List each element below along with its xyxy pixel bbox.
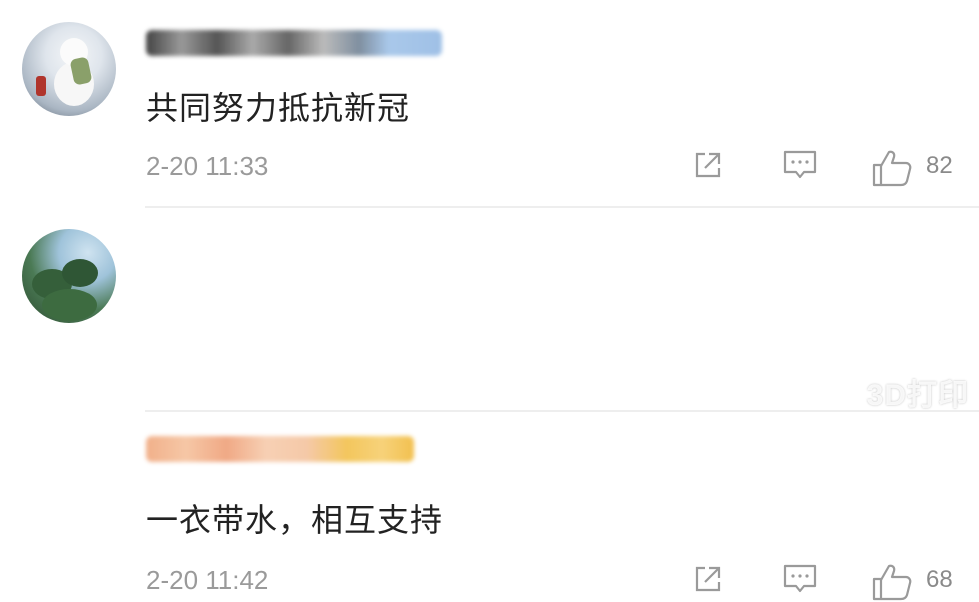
username-blurred[interactable] (146, 436, 414, 462)
reply-button[interactable] (782, 148, 818, 182)
comment-icon (782, 148, 818, 182)
share-button[interactable] (691, 148, 725, 182)
share-icon (691, 148, 725, 182)
avatar-detail (62, 259, 98, 287)
comment-icon (782, 562, 818, 596)
like-button[interactable]: 68 (870, 562, 953, 602)
comment-timestamp: 2-20 11:33 (146, 151, 269, 181)
watermark: 3D打印 (866, 379, 969, 412)
like-button[interactable]: 82 (870, 148, 953, 188)
user-avatar[interactable] (22, 22, 116, 116)
share-button[interactable] (691, 562, 725, 596)
thumbs-up-icon (870, 148, 914, 188)
avatar-detail (42, 289, 97, 321)
comment-timestamp: 2-20 11:42 (146, 565, 269, 595)
comment-text: 一衣带水，相互支持 (146, 501, 444, 539)
username-blurred[interactable] (146, 30, 442, 56)
user-avatar[interactable] (22, 229, 116, 323)
share-icon (691, 562, 725, 596)
divider (145, 410, 979, 412)
comment-item: 共同努力抵抗新冠 2-20 11:33 82 (0, 0, 979, 206)
comment-text: 共同努力抵抗新冠 (146, 89, 411, 127)
comment-item: 一衣带水，相互支持 2-20 11:42 68 (0, 208, 979, 601)
like-count: 82 (926, 152, 953, 179)
avatar-detail (36, 76, 46, 96)
reply-button[interactable] (782, 562, 818, 596)
like-count: 68 (926, 566, 953, 593)
thumbs-up-icon (870, 562, 914, 602)
